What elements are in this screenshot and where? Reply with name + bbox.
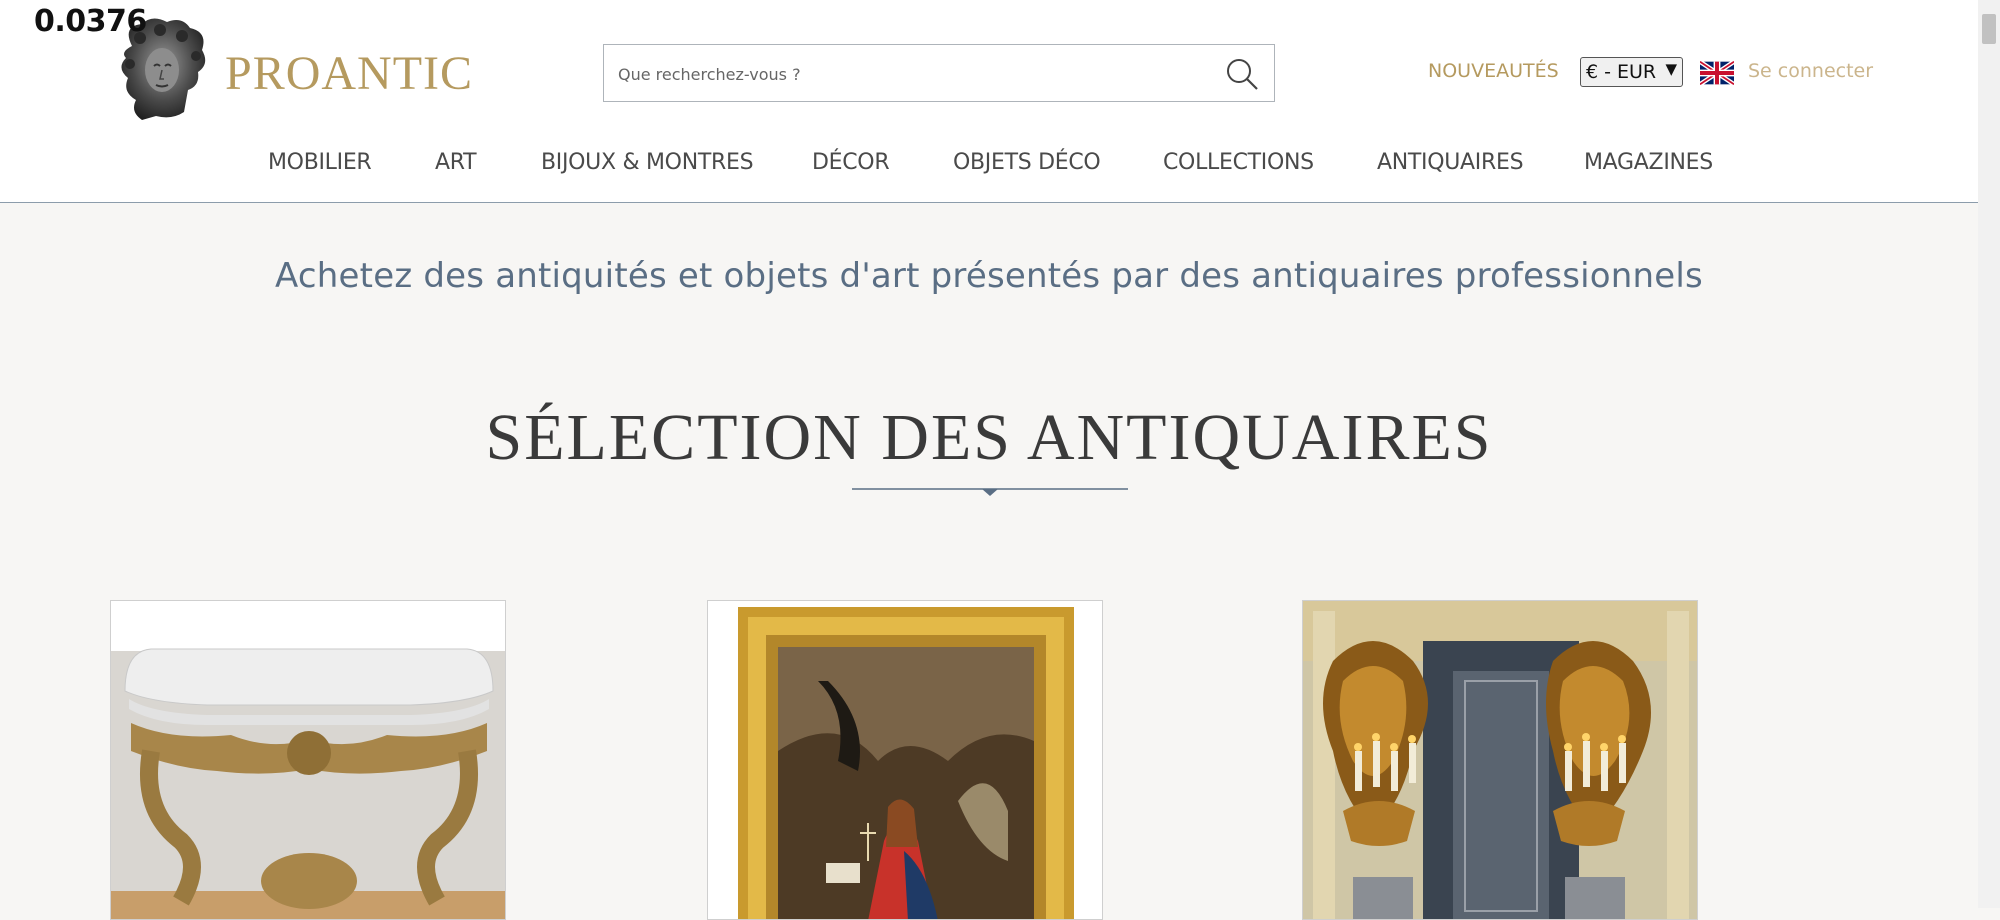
uk-flag-icon[interactable] (1700, 61, 1734, 85)
product-card[interactable] (707, 600, 1103, 920)
search-box (603, 44, 1275, 102)
logo-text[interactable]: PROANTIC (225, 46, 473, 101)
site-header: PROANTIC NOUVEAUTÉS € - EUR ▼ Se connect… (0, 0, 1978, 203)
page-tagline: Achetez des antiquités et objets d'art p… (275, 256, 1703, 296)
vertical-scrollbar[interactable] (1978, 0, 2000, 908)
nav-item-mobilier[interactable]: MOBILIER (268, 150, 372, 175)
product-card[interactable] (110, 600, 506, 920)
search-input[interactable] (616, 57, 1200, 91)
product-image-console-table[interactable] (111, 601, 506, 920)
product-image-framed-painting[interactable] (708, 601, 1103, 920)
product-card[interactable] (1302, 600, 1698, 920)
currency-selected-value: € - EUR (1586, 61, 1657, 83)
login-link[interactable]: Se connecter (1748, 60, 1873, 82)
nav-item-collections[interactable]: COLLECTIONS (1163, 150, 1314, 175)
product-image-candelabra[interactable] (1303, 601, 1698, 920)
title-divider (852, 488, 1128, 496)
nav-item-decor[interactable]: DÉCOR (812, 150, 890, 175)
nav-item-antiquaires[interactable]: ANTIQUAIRES (1377, 150, 1524, 175)
nav-item-art[interactable]: ART (435, 150, 477, 175)
main-nav: MOBILIER ART BIJOUX & MONTRES DÉCOR OBJE… (0, 150, 1978, 180)
chevron-down-icon: ▼ (1665, 60, 1677, 78)
search-icon[interactable] (1224, 56, 1260, 92)
nav-item-bijoux-montres[interactable]: BIJOUX & MONTRES (541, 150, 754, 175)
overlay-value: 0.0376 (34, 4, 147, 39)
nouveautes-link[interactable]: NOUVEAUTÉS (1428, 60, 1559, 82)
nav-item-objets-deco[interactable]: OBJETS DÉCO (953, 150, 1101, 175)
nav-item-magazines[interactable]: MAGAZINES (1584, 150, 1713, 175)
currency-select[interactable]: € - EUR ▼ (1580, 57, 1683, 87)
section-title: SÉLECTION DES ANTIQUAIRES (485, 401, 1493, 474)
scrollbar-thumb[interactable] (1982, 14, 1996, 44)
